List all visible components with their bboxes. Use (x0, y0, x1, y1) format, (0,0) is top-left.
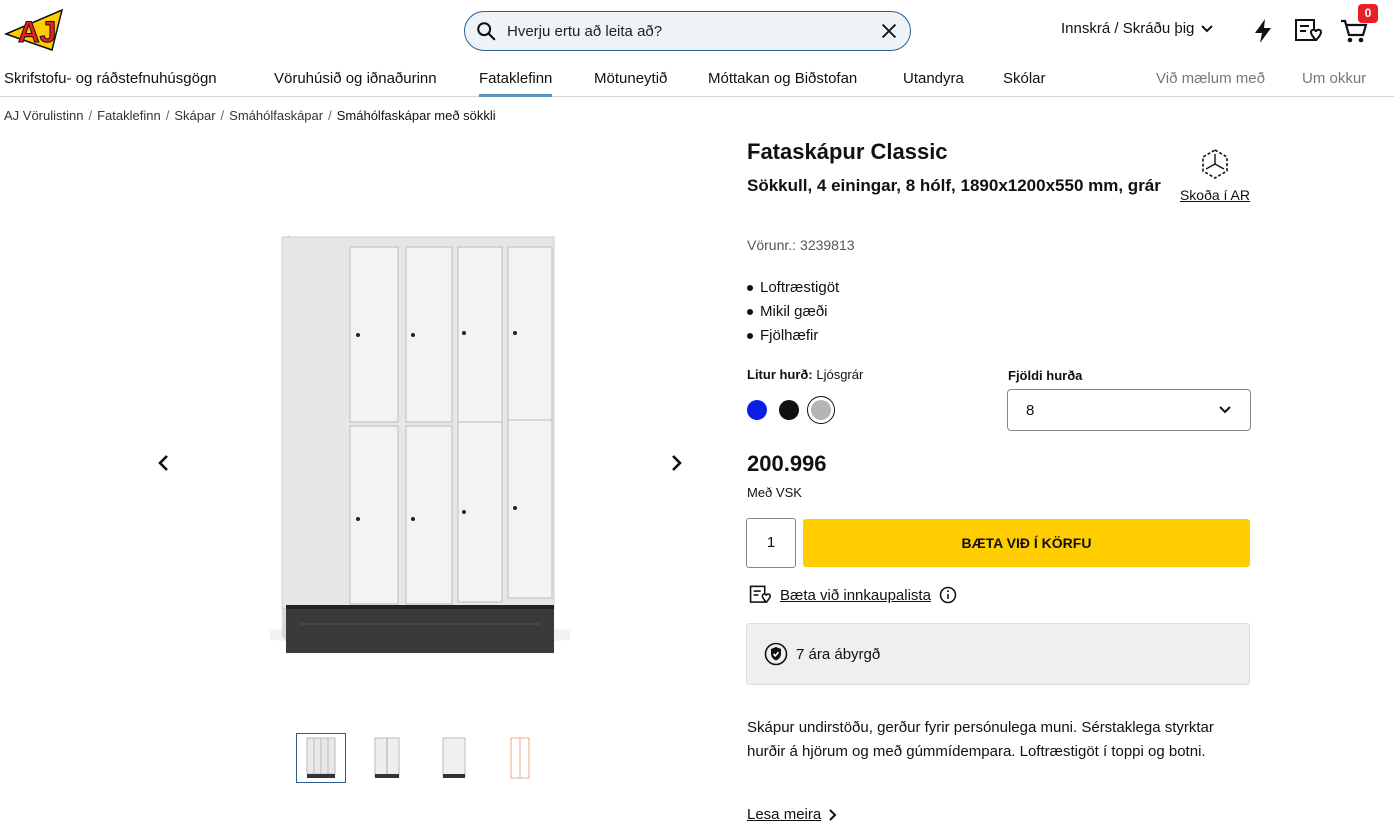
main-nav: Skrifstofu- og ráðstefnuhúsgögn Vöruhúsi… (0, 68, 1394, 97)
search-input[interactable]: Hverju ertu að leita að? (507, 23, 878, 40)
sku-label: Vörunr.: (747, 237, 797, 253)
thumbnail[interactable] (362, 733, 412, 783)
quick-order-button[interactable] (1247, 15, 1279, 47)
nav-item-schools[interactable]: Skólar (1003, 70, 1046, 97)
breadcrumb: AJ Vörulistinn / Fataklefinn / Skápar / Smá… (4, 108, 496, 123)
shield-check-icon (764, 642, 788, 666)
color-value: Ljósgrár (816, 367, 864, 382)
read-more-link[interactable]: Lesa meira (747, 806, 837, 823)
info-icon[interactable] (939, 586, 957, 604)
nav-item-canteen[interactable]: Mötuneytið (594, 70, 667, 97)
warranty-box: 7 ára ábyrgð (746, 623, 1250, 685)
ar-cube-icon (1202, 149, 1228, 179)
chevron-down-icon (1219, 406, 1231, 414)
chevron-right-icon[interactable] (663, 450, 689, 476)
ar-label: Skoða í AR (1179, 187, 1251, 203)
thumbnail[interactable] (296, 733, 346, 783)
color-swatch-black[interactable] (779, 400, 799, 420)
nav-item-about[interactable]: Um okkur (1302, 70, 1366, 97)
breadcrumb-current: Smáhólfaskápar með sökkli (336, 108, 496, 123)
nav-item-warehouse[interactable]: Vöruhúsið og iðnaðurinn (274, 70, 437, 97)
logo-text: AJ (18, 16, 56, 49)
price: 200.996 (747, 451, 827, 476)
view-in-ar-button[interactable]: Skoða í AR (1178, 148, 1252, 203)
product-sku: Vörunr.: 3239813 (747, 237, 855, 253)
feature-item: Mikil gæði (747, 300, 839, 324)
color-swatch-lightgrey[interactable] (807, 396, 835, 424)
vat-label: Með VSK (747, 485, 802, 500)
product-subtitle: Sökkull, 4 einingar, 8 hólf, 1890x1200x5… (747, 176, 1161, 195)
feature-list: Loftræstigöt Mikil gæði Fjölhæfir (747, 276, 839, 348)
cart-count-badge: 0 (1358, 4, 1378, 23)
thumbnail[interactable] (494, 733, 544, 783)
breadcrumb-link[interactable]: Fataklefinn (97, 108, 161, 123)
nav-item-outdoor[interactable]: Utandyra (903, 70, 964, 97)
close-icon[interactable] (878, 20, 900, 42)
nav-item-recommend[interactable]: Við mælum með (1156, 70, 1265, 97)
sku-value: 3239813 (800, 237, 855, 253)
chevron-left-icon[interactable] (151, 450, 177, 476)
login-button[interactable]: Innskrá / Skráðu þig (1061, 20, 1214, 37)
nav-item-cloakroom[interactable]: Fataklefinn (479, 70, 553, 97)
color-label: Litur hurð: Ljósgrár (747, 367, 864, 382)
aj-logo[interactable]: AJ (3, 6, 70, 54)
feature-item: Fjölhæfir (747, 324, 839, 348)
breadcrumb-link[interactable]: AJ Vörulistinn (4, 108, 83, 123)
product-title: Fataskápur Classic (747, 139, 948, 164)
product-description: Skápur undirstöðu, gerður fyrir persónul… (747, 719, 1214, 760)
shopping-list-icon (1295, 19, 1323, 42)
shopping-list-button[interactable] (1292, 15, 1324, 47)
add-to-cart-button[interactable]: BÆTA VIÐ Í KÖRFU (803, 519, 1250, 567)
doors-value: 8 (1026, 401, 1035, 419)
doors-label: Fjöldi hurða (1008, 368, 1083, 383)
chevron-down-icon (1201, 24, 1214, 32)
nav-item-reception[interactable]: Móttakan og Biðstofan (708, 70, 857, 97)
product-image[interactable] (250, 225, 590, 665)
lightning-icon (1255, 19, 1271, 43)
add-to-shopping-list: Bæta við innkaupalista (748, 584, 957, 606)
login-label: Innskrá / Skráðu þig (1061, 20, 1195, 37)
shopping-list-icon (749, 585, 772, 604)
breadcrumb-link[interactable]: Smáhólfaskápar (229, 108, 323, 123)
quantity-input[interactable]: 1 (746, 518, 796, 568)
shopping-list-link[interactable]: Bæta við innkaupalista (780, 587, 931, 604)
feature-item: Loftræstigöt (747, 276, 839, 300)
chevron-right-icon (829, 808, 837, 821)
thumbnail[interactable] (428, 733, 478, 783)
breadcrumb-link[interactable]: Skápar (174, 108, 215, 123)
nav-item-office[interactable]: Skrifstofu- og ráðstefnuhúsgögn (4, 70, 217, 97)
warranty-text: 7 ára ábyrgð (796, 645, 881, 663)
color-swatch-blue[interactable] (747, 400, 767, 420)
search-bar[interactable]: Hverju ertu að leita að? (464, 11, 911, 51)
doors-select[interactable]: 8 (1007, 389, 1251, 431)
search-icon (477, 22, 496, 41)
